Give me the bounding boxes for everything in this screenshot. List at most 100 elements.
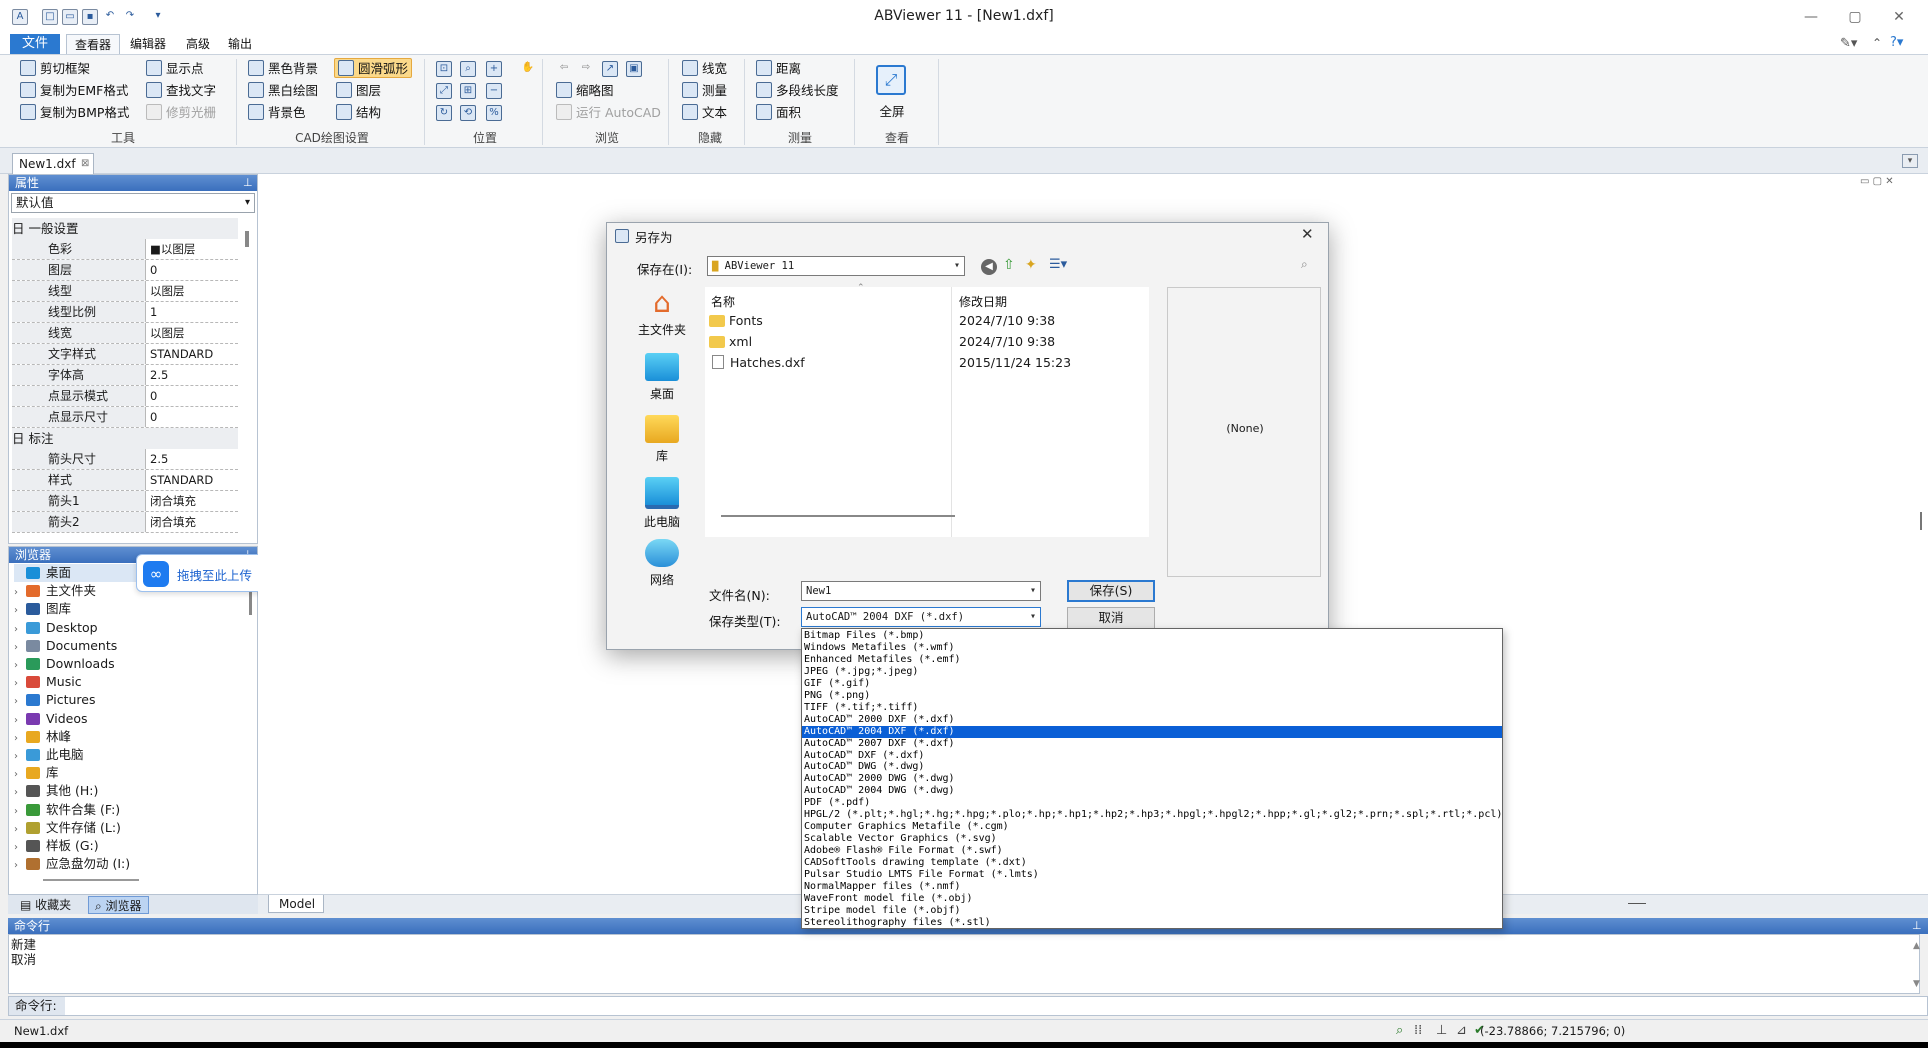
filetype-option[interactable]: Stripe model file (*.objf) xyxy=(802,905,1502,917)
filetype-option[interactable]: NormalMapper files (*.nmf) xyxy=(802,881,1502,893)
scroll-down-icon[interactable]: ▼ xyxy=(1913,979,1920,989)
property-row[interactable]: 文字样式 STANDARD xyxy=(12,344,238,365)
back-icon[interactable]: ◀ xyxy=(981,259,997,275)
area-button[interactable]: 面积 xyxy=(756,103,801,123)
filetype-option[interactable]: CADSoftTools drawing template (*.dxt) xyxy=(802,857,1502,869)
file-row[interactable]: Fonts 2024/7/10 9:38 xyxy=(709,311,1145,331)
pan-hand-icon[interactable]: ✋ xyxy=(520,61,536,77)
filetype-option[interactable]: Adobe® Flash® File Format (*.swf) xyxy=(802,845,1502,857)
view-menu-icon[interactable]: ☰▾ xyxy=(1049,257,1067,272)
tree-item[interactable]: › Music xyxy=(14,673,246,691)
style-dropdown-icon[interactable]: ✎▾ xyxy=(1840,36,1866,52)
pin-icon[interactable]: ⊥ xyxy=(1912,919,1922,932)
properties-scrollbar[interactable] xyxy=(245,231,249,247)
property-value[interactable]: 0 xyxy=(150,407,238,427)
tab-favorites[interactable]: ▤ 收藏夹 xyxy=(14,896,77,914)
distance-button[interactable]: 距离 xyxy=(756,59,801,79)
zoom-in-icon[interactable]: + xyxy=(486,61,502,77)
place-home[interactable]: ⌂ 主文件夹 xyxy=(617,289,707,338)
tree-item[interactable]: › Videos xyxy=(14,710,246,728)
property-row[interactable]: 色彩 ■以图层 xyxy=(12,239,238,260)
up-folder-icon[interactable]: ⇧ xyxy=(1003,257,1015,273)
filetype-option[interactable]: GIF (*.gif) xyxy=(802,678,1502,690)
filetype-option[interactable]: WaveFront model file (*.obj) xyxy=(802,893,1502,905)
property-row[interactable]: 字体高 2.5 xyxy=(12,365,238,386)
file-row[interactable]: Hatches.dxf 2015/11/24 15:23 xyxy=(709,353,1145,373)
place-this-pc[interactable]: 此电脑 xyxy=(617,477,707,530)
save-button[interactable]: 保存(S) xyxy=(1067,580,1155,602)
tree-item[interactable]: › 其他 (H:) xyxy=(14,782,246,800)
property-value[interactable]: 0 xyxy=(150,386,238,406)
clip-frame-button[interactable]: 剪切框架 xyxy=(20,59,90,79)
filetype-option[interactable]: AutoCAD™ DWG (*.dwg) xyxy=(802,761,1502,773)
column-name-header[interactable]: 名称 xyxy=(711,293,735,310)
file-row[interactable]: xml 2024/7/10 9:38 xyxy=(709,332,1145,352)
filetype-option[interactable]: Bitmap Files (*.bmp) xyxy=(802,630,1502,642)
filetype-option[interactable]: PDF (*.pdf) xyxy=(802,797,1502,809)
line-width-button[interactable]: 线宽 xyxy=(682,59,727,79)
measure-toggle-button[interactable]: 测量 xyxy=(682,81,727,101)
copy-emf-button[interactable]: 复制为EMF格式 xyxy=(20,81,128,101)
snap-icon[interactable]: ⌕ xyxy=(1396,1020,1403,1042)
black-background-button[interactable]: 黑色背景 xyxy=(248,59,318,79)
filetype-option[interactable]: HPGL/2 (*.plt;*.hgl;*.hg;*.hpg;*.plo;*.h… xyxy=(802,809,1502,821)
tab-editor[interactable]: 编辑器 xyxy=(122,34,174,54)
filetype-option[interactable]: AutoCAD™ 2007 DXF (*.dxf) xyxy=(802,738,1502,750)
property-value[interactable]: 0 xyxy=(150,260,238,280)
property-row[interactable]: 线型比例 1 xyxy=(12,302,238,323)
command-input[interactable] xyxy=(69,997,1919,1015)
tree-item[interactable]: › 此电脑 xyxy=(14,746,246,764)
model-tab[interactable]: Model xyxy=(268,895,324,913)
place-desktop[interactable]: 桌面 xyxy=(617,353,707,402)
filetype-option[interactable]: AutoCAD™ 2000 DXF (*.dxf) xyxy=(802,714,1502,726)
document-tab[interactable]: New1.dxf ⊠ xyxy=(12,153,94,174)
cancel-button[interactable]: 取消 xyxy=(1067,607,1155,629)
category-general[interactable]: 日 一般设置 xyxy=(12,218,238,239)
filetype-option[interactable]: Pulsar Studio LMTS File Format (*.lmts) xyxy=(802,869,1502,881)
layout-splitter[interactable] xyxy=(1628,903,1646,904)
filetype-option[interactable]: Computer Graphics Metafile (*.cgm) xyxy=(802,821,1502,833)
structure-button[interactable]: 结构 xyxy=(336,103,381,123)
dialog-close-icon[interactable]: ✕ xyxy=(1301,225,1314,243)
tab-viewer[interactable]: 查看器 xyxy=(66,34,121,54)
scroll-up-icon[interactable]: ▲ xyxy=(1913,941,1920,951)
tab-browser[interactable]: ⌕ 浏览器 xyxy=(88,896,149,914)
forward-arrow-icon[interactable]: ⇨ xyxy=(578,61,594,77)
property-value[interactable]: 以图层 xyxy=(150,281,238,301)
property-value[interactable]: ■以图层 xyxy=(150,239,238,259)
tab-advanced[interactable]: 高级 xyxy=(178,34,218,54)
property-row[interactable]: 点显示模式 0 xyxy=(12,386,238,407)
property-value[interactable]: 以图层 xyxy=(150,323,238,343)
ortho-icon[interactable]: ⊥ xyxy=(1436,1020,1447,1042)
property-value[interactable]: 2.5 xyxy=(150,365,238,385)
collapse-ribbon-icon[interactable]: ⌃ xyxy=(1872,36,1886,52)
maximize-button[interactable]: ▢ xyxy=(1840,6,1870,28)
browser-h-scrollbar[interactable] xyxy=(43,879,139,881)
minimize-button[interactable]: — xyxy=(1796,6,1826,28)
tree-item[interactable]: › 文件存储 (L:) xyxy=(14,819,246,837)
help-icon[interactable]: ?▾ xyxy=(1890,35,1920,53)
layers-button[interactable]: 图层 xyxy=(336,81,381,101)
tree-item[interactable]: › 林峰 xyxy=(14,728,246,746)
upload-tooltip[interactable]: ∞ 拖拽至此上传 xyxy=(136,554,268,592)
property-row[interactable]: 箭头2 闭合填充 xyxy=(12,512,238,533)
background-color-button[interactable]: 背景色 xyxy=(248,103,306,123)
copy-bmp-button[interactable]: 复制为BMP格式 xyxy=(20,103,129,123)
filetype-select[interactable]: AutoCAD™ 2004 DXF (*.dxf) ▾ xyxy=(801,607,1041,627)
filetype-option[interactable]: JPEG (*.jpg;*.jpeg) xyxy=(802,666,1502,678)
filetype-option[interactable]: Windows Metafiles (*.wmf) xyxy=(802,642,1502,654)
zoom-rect-icon[interactable]: ⌕ xyxy=(460,61,476,77)
filetype-option[interactable]: AutoCAD™ 2000 DWG (*.dwg) xyxy=(802,773,1502,785)
filetype-option[interactable]: AutoCAD™ 2004 DWG (*.dwg) xyxy=(802,785,1502,797)
filename-input[interactable]: New1 ▾ xyxy=(801,581,1041,601)
place-network[interactable]: 网络 xyxy=(617,539,707,588)
grid-icon[interactable]: ⁞⁞ xyxy=(1414,1020,1422,1042)
filetype-option[interactable]: Enhanced Metafiles (*.emf) xyxy=(802,654,1502,666)
smooth-arcs-button[interactable]: 圆滑弧形 xyxy=(334,58,413,78)
tab-list-icon[interactable]: ▾ xyxy=(1902,154,1918,168)
property-row[interactable]: 箭头1 闭合填充 xyxy=(12,491,238,512)
property-row[interactable]: 图层 0 xyxy=(12,260,238,281)
preview-toggle-icon[interactable]: ⌕ xyxy=(1301,257,1308,272)
show-points-button[interactable]: 显示点 xyxy=(146,59,204,79)
place-library[interactable]: 库 xyxy=(617,415,707,464)
